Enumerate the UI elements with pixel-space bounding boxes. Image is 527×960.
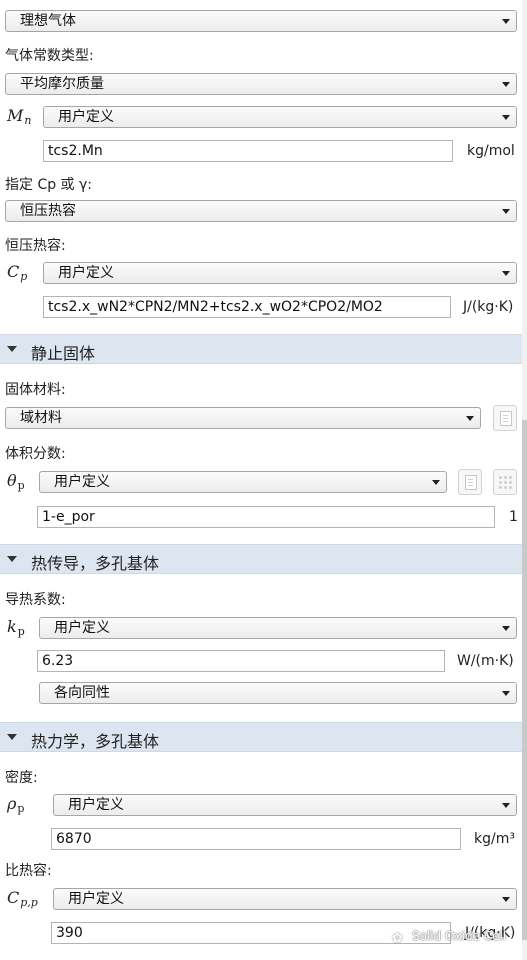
watermark-text: Solid Oxide Cell [412,929,507,943]
chevron-down-icon [502,271,510,276]
chevron-down-icon [502,897,510,902]
material-link-button[interactable] [493,405,517,431]
specify-cp-gamma-value: 恒压热容 [20,203,76,219]
cpp-value-input[interactable]: 390 [51,922,451,944]
variable-list-button[interactable] [458,469,482,495]
k-type-value: 各向同性 [54,685,110,701]
cp-source-value: 用户定义 [58,265,114,281]
section-title: 热力学，多孔基体 [31,732,160,751]
section-immobile-solids[interactable]: 静止固体 [0,334,522,364]
wechat-icon: ✿ [392,931,403,946]
theta-expression-input[interactable]: 1-e_por [37,506,495,528]
chevron-down-icon [432,480,440,485]
gas-constant-label: 气体常数类型: [5,48,94,64]
cp-symbol: Cp [7,262,28,283]
volume-fraction-label: 体积分数: [5,446,66,462]
density-label: 密度: [5,770,38,786]
mn-symbol: Mn [7,106,32,127]
mn-source-value: 用户定义 [58,109,114,125]
chevron-down-icon [466,416,474,421]
solid-material-select[interactable]: 域材料 [5,407,481,429]
mn-expression-input[interactable]: tcs2.Mn [43,140,453,162]
scrollbar-thumb[interactable] [522,420,527,940]
cpp-source-select[interactable]: 用户定义 [53,888,517,910]
k-source-select[interactable]: 用户定义 [39,617,517,639]
k-symbol: kp [7,617,25,638]
triangle-down-icon[interactable] [7,734,17,740]
solid-material-label: 固体材料: [5,382,66,398]
chevron-down-icon [502,115,510,120]
cp-expression-input[interactable]: tcs2.x_wN2*CPN2/MN2+tcs2.x_wO2*CPO2/MO2 [43,296,451,318]
chevron-down-icon [502,209,510,214]
cp-source-select[interactable]: 用户定义 [43,262,517,284]
matrix-grid-button[interactable] [493,469,517,495]
heat-capacity-label: 比热容: [5,863,52,879]
mn-source-select[interactable]: 用户定义 [43,106,517,128]
theta-symbol: θp [7,471,25,492]
specify-cp-gamma-select[interactable]: 恒压热容 [5,200,517,222]
matrix-grid-icon [499,476,502,479]
section-thermodynamics-porous[interactable]: 热力学，多孔基体 [0,722,522,752]
solid-material-value: 域材料 [20,410,62,426]
cp-unit: J/(kg·K) [463,299,514,315]
cpp-source-value: 用户定义 [68,891,124,907]
cpp-symbol: Cp,p [7,888,38,909]
chevron-down-icon [502,82,510,87]
rho-source-value: 用户定义 [68,797,124,813]
k-value-input[interactable]: 6.23 [37,650,445,672]
mn-unit: kg/mol [467,143,515,159]
section-heat-conduction-porous[interactable]: 热传导，多孔基体 [0,544,522,574]
vertical-scrollbar[interactable] [522,0,527,960]
k-unit: W/(m·K) [457,653,514,669]
k-source-value: 用户定义 [54,620,110,636]
k-type-select[interactable]: 各向同性 [39,682,517,704]
chevron-down-icon [502,691,510,696]
gas-constant-select[interactable]: 平均摩尔质量 [5,73,517,95]
triangle-down-icon[interactable] [7,556,17,562]
section-title: 静止固体 [31,344,96,363]
section-title: 热传导，多孔基体 [31,554,160,573]
material-link-icon [500,411,512,426]
rho-symbol: ρp [7,794,25,815]
theta-source-value: 用户定义 [54,474,110,490]
thermal-conductivity-label: 导热系数: [5,592,66,608]
fluid-model-select[interactable]: 理想气体 [5,10,517,32]
fluid-model-value: 理想气体 [20,13,76,29]
variable-list-icon [465,475,477,490]
heat-capacity-cp-label: 恒压热容: [5,238,66,254]
chevron-down-icon [502,803,510,808]
chevron-down-icon [502,19,510,24]
theta-source-select[interactable]: 用户定义 [39,471,447,493]
rho-value-input[interactable]: 6870 [51,828,461,850]
theta-unit: 1 [509,509,518,525]
rho-source-select[interactable]: 用户定义 [53,794,517,816]
specify-cp-gamma-label: 指定 Cp 或 γ: [5,177,93,193]
gas-constant-value: 平均摩尔质量 [20,76,104,92]
chevron-down-icon [502,626,510,631]
rho-unit: kg/m³ [474,831,515,847]
triangle-down-icon[interactable] [7,346,17,352]
